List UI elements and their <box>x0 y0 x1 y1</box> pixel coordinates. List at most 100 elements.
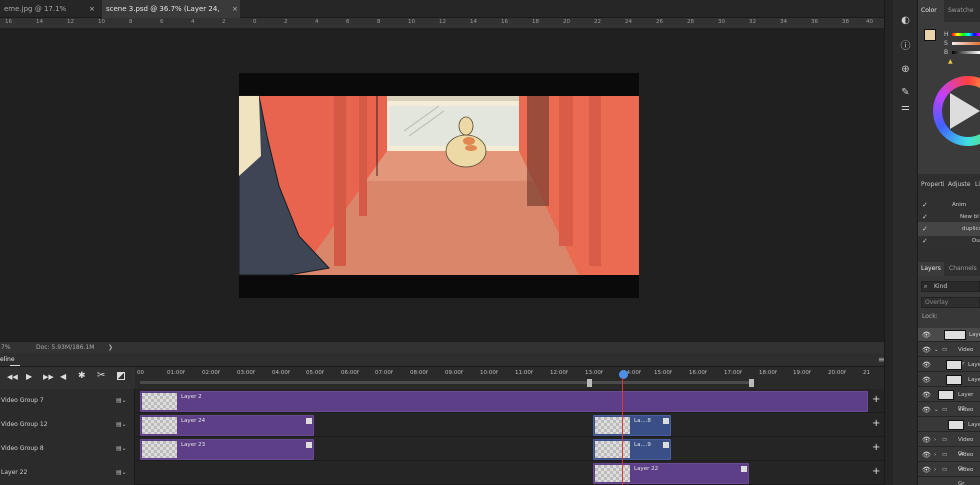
clip-end-marker[interactable] <box>663 418 669 424</box>
play-icon[interactable]: ▶ <box>26 372 32 381</box>
filter-kind-select[interactable]: ⌕ Kind <box>921 281 980 292</box>
track-row[interactable]: Video Group 7 ▤⌄ Layer 2 + <box>0 389 885 413</box>
layer-row[interactable]: Laye <box>918 418 980 432</box>
time-label: 01:00f <box>167 370 185 376</box>
add-media-button[interactable]: + <box>872 443 880 453</box>
clip-layer-8[interactable]: La....8 <box>593 415 671 436</box>
timeline-ruler[interactable]: 00 01:00f 02:00f 03:00f 04:00f 05:00f 06… <box>135 367 885 389</box>
next-frame-icon[interactable]: ▶▶ <box>43 373 54 381</box>
work-area-start-handle[interactable] <box>587 379 592 387</box>
close-icon[interactable]: × <box>89 0 95 18</box>
tab-layers[interactable]: Layers <box>918 262 944 276</box>
sliders-icon[interactable]: ⚌ <box>899 101 912 114</box>
filmstrip-icon[interactable]: ▤⌄ <box>116 421 128 429</box>
layer-row[interactable]: 👁 ⌄ ▭ Video Gr <box>918 343 980 367</box>
clip-layer-9[interactable]: La....9 <box>593 439 671 460</box>
tab-meme[interactable]: eme.jpg @ 17.1% (RGB/8#) * × <box>0 0 95 31</box>
timeline-title[interactable]: eline <box>0 356 15 363</box>
filmstrip-icon[interactable]: ▤⌄ <box>116 469 128 477</box>
tab-properties[interactable]: Properti <box>918 178 945 192</box>
first-frame-icon[interactable]: ◀◀ <box>7 373 18 381</box>
layer-row[interactable]: 👁 Laye <box>918 373 980 387</box>
layer-row[interactable]: 👁 › ▭ Video Gr <box>918 463 980 485</box>
track-row[interactable]: Video Group 12 ▤⌄ Layer 24 La....8 + <box>0 413 885 437</box>
clip-end-marker[interactable] <box>306 442 312 448</box>
work-area-end-handle[interactable] <box>749 379 754 387</box>
filmstrip-icon[interactable]: ▤⌄ <box>116 397 128 405</box>
visibility-eye-icon[interactable]: 👁 <box>922 463 931 477</box>
split-scissors-icon[interactable]: ✂ <box>97 370 105 381</box>
tab-libraries[interactable]: Li <box>972 178 980 192</box>
chevron-right-icon[interactable]: › <box>934 463 936 477</box>
chevron-right-icon[interactable]: › <box>934 433 936 447</box>
visibility-eye-icon[interactable]: 👁 <box>922 403 931 417</box>
settings-gear-icon[interactable]: ✱ <box>78 371 86 381</box>
clip-thumbnail <box>142 417 177 434</box>
filter-kind-label: Kind <box>934 283 948 290</box>
visibility-eye-icon[interactable]: 👁 <box>922 373 931 387</box>
filmstrip-icon[interactable]: ▤⌄ <box>116 445 128 453</box>
list-item[interactable]: ✓ Du <box>918 234 980 248</box>
visibility-eye-icon[interactable]: 👁 <box>922 343 931 357</box>
document-canvas[interactable] <box>238 73 639 298</box>
clip-layer-22[interactable]: Layer 22 <box>593 463 749 484</box>
foreground-color-swatch[interactable] <box>924 29 936 41</box>
tab-channels[interactable]: Channels <box>946 262 980 276</box>
track-name[interactable]: Layer 22 ▤⌄ <box>0 461 135 485</box>
hue-slider[interactable] <box>952 33 980 36</box>
add-media-button[interactable]: + <box>872 467 880 477</box>
clip-end-marker[interactable] <box>306 418 312 424</box>
add-media-button[interactable]: + <box>872 419 880 429</box>
clip-layer-2[interactable]: Layer 2 <box>140 391 868 412</box>
color-panel-icon[interactable]: ◐ <box>899 14 912 27</box>
tab-color[interactable]: Color <box>918 0 944 22</box>
layer-row[interactable]: 👁 › ▭ Video Gr <box>918 433 980 457</box>
close-icon[interactable]: × <box>232 0 238 18</box>
clip-end-marker[interactable] <box>663 442 669 448</box>
chevron-right-icon[interactable]: › <box>934 448 936 462</box>
timeline-controls: ◀◀ ▶ ▶▶ ◀ ✱ ✂ <box>0 367 135 389</box>
track-name[interactable]: Video Group 12 ▤⌄ <box>0 413 135 437</box>
brightness-label: B <box>944 49 949 56</box>
adjustments-icon[interactable]: ⊕ <box>899 63 912 76</box>
track-name[interactable]: Video Group 7 ▤⌄ <box>0 389 135 413</box>
transition-icon[interactable] <box>117 372 125 380</box>
tab-swatches[interactable]: Swatche <box>945 0 980 22</box>
clip-end-marker[interactable] <box>741 466 747 472</box>
visibility-eye-icon[interactable]: 👁 <box>922 448 931 462</box>
track-row[interactable]: Video Group 8 ▤⌄ Layer 23 La....9 + <box>0 437 885 461</box>
clip-label: La....9 <box>634 442 651 448</box>
audio-icon[interactable]: ◀ <box>60 372 66 381</box>
gamut-warning-icon[interactable]: ▲ <box>948 58 953 65</box>
clip-layer-24[interactable]: Layer 24 <box>140 415 314 436</box>
layer-row[interactable]: 👁 Laye <box>918 328 980 342</box>
panel-divider[interactable] <box>884 0 893 485</box>
clip-layer-23[interactable]: Layer 23 <box>140 439 314 460</box>
ruler-label: 10 <box>408 19 415 25</box>
track-name[interactable]: Video Group 8 ▤⌄ <box>0 437 135 461</box>
playhead-handle[interactable] <box>619 370 628 379</box>
brightness-slider[interactable] <box>952 51 980 54</box>
tab-scene3[interactable]: scene 3.psd @ 36.7% (Layer 24, RGB/8#) *… <box>102 0 240 31</box>
layer-row[interactable]: 👁 ⌄ ▭ Video Gr <box>918 403 980 427</box>
color-triangle[interactable] <box>950 93 980 129</box>
blend-mode-select[interactable]: Overlay <box>921 297 980 308</box>
tab-adjustments[interactable]: Adjuste <box>945 178 971 192</box>
horizontal-ruler: 16 14 12 10 8 6 4 2 0 2 4 6 8 10 12 14 1… <box>0 18 884 29</box>
brush-icon[interactable]: ✎ <box>899 86 912 99</box>
chevron-down-icon[interactable]: ⌄ <box>934 403 939 417</box>
layer-row[interactable]: 👁 Laye <box>918 358 980 372</box>
visibility-eye-icon[interactable]: 👁 <box>922 358 931 372</box>
visibility-eye-icon[interactable]: 👁 <box>922 388 931 402</box>
work-area-bar[interactable] <box>140 381 752 384</box>
visibility-eye-icon[interactable]: 👁 <box>922 328 931 342</box>
add-media-button[interactable]: + <box>872 395 880 405</box>
saturation-slider[interactable] <box>952 42 980 45</box>
visibility-eye-icon[interactable]: 👁 <box>922 433 931 447</box>
layer-row[interactable]: 👁 Layer 22 <box>918 388 980 412</box>
info-icon[interactable]: ⓘ <box>899 40 912 53</box>
layer-row[interactable]: 👁 › ▭ Video Gr <box>918 448 980 472</box>
track-row[interactable]: Layer 22 ▤⌄ Layer 22 + <box>0 461 885 485</box>
check-icon[interactable]: ✓ <box>922 234 928 248</box>
chevron-down-icon[interactable]: ⌄ <box>934 343 939 357</box>
